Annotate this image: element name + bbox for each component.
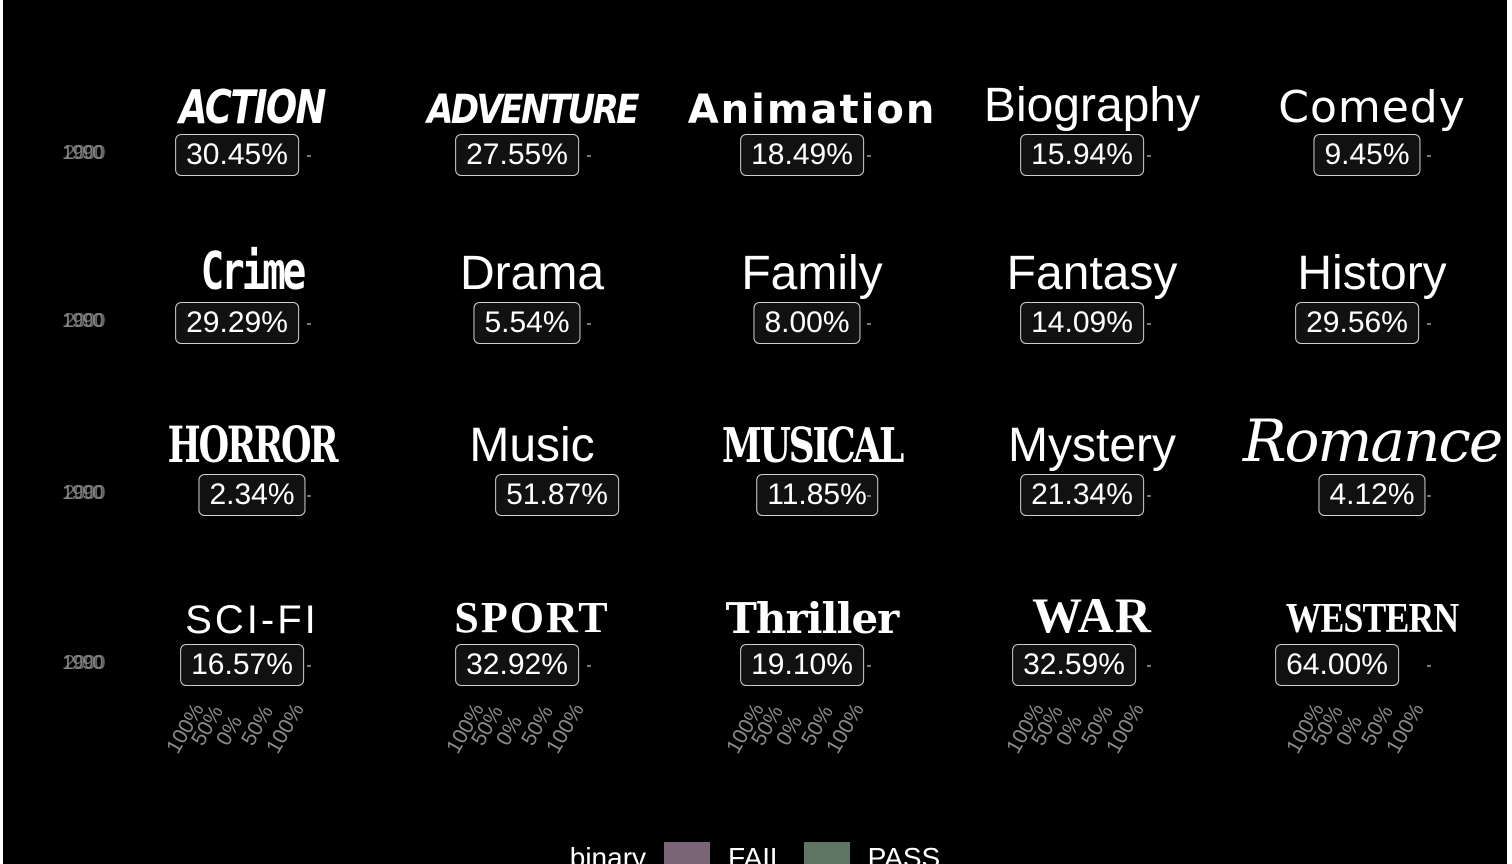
axis-tick (587, 155, 591, 157)
data-label: 19.10% (740, 644, 864, 686)
data-label: 18.49% (740, 134, 864, 176)
y-tick-label: 2000 (64, 142, 105, 164)
facet-family: Family 8.00% (677, 236, 947, 396)
axis-tick (587, 323, 591, 325)
legend-label-fail: FAIL (728, 842, 786, 864)
facet-war: WAR 32.59% 100% 50% 0% 50% 100% (957, 578, 1227, 758)
data-label: 29.56% (1295, 302, 1419, 344)
legend-title: binary (569, 842, 647, 864)
facet-title: Crime (200, 242, 306, 302)
legend: binary FAIL PASS (3, 842, 1507, 864)
facet-title: ACTION (179, 80, 326, 134)
facet-title: Thriller (725, 594, 900, 643)
data-label: 9.45% (1313, 134, 1421, 176)
data-label: 27.55% (455, 134, 579, 176)
data-label: 16.57% (180, 644, 304, 686)
data-label: 30.45% (175, 134, 299, 176)
facet-title: Music (469, 419, 595, 472)
x-axis-ticks: 100% 50% 0% 50% 100% (442, 686, 602, 776)
facet-musical: MUSICAL 11.85% (677, 408, 947, 568)
facet-action: ACTION 30.45% 1990 2000 (62, 68, 387, 228)
axis-tick (1427, 495, 1431, 497)
facet-title: WAR (1032, 587, 1152, 643)
facet-history: History 29.56% (1237, 236, 1507, 396)
axis-tick (867, 323, 871, 325)
facet-title: HORROR (167, 415, 339, 474)
data-label: 4.12% (1318, 474, 1426, 516)
facet-mystery: Mystery 21.34% (957, 408, 1227, 568)
axis-tick (307, 495, 311, 497)
axis-tick (1427, 155, 1431, 157)
data-label: 32.92% (455, 644, 579, 686)
x-axis-ticks: 100% 50% 0% 50% 100% (1002, 686, 1162, 776)
y-tick-label: 2000 (64, 652, 105, 674)
facet-title: ADVENTURE (427, 87, 639, 133)
facet-title: Drama (459, 247, 605, 300)
facet-comedy: Comedy 9.45% (1237, 68, 1507, 228)
data-label: 8.00% (753, 302, 861, 344)
data-label: 51.87% (495, 474, 619, 516)
facet-title: Biography (983, 79, 1201, 132)
legend-swatch-pass (803, 842, 850, 864)
legend-swatch-fail (664, 842, 711, 864)
facet-romance: Romance 4.12% (1237, 408, 1507, 568)
axis-tick (1427, 323, 1431, 325)
axis-tick (307, 323, 311, 325)
legend-item-fail: FAIL (664, 842, 786, 864)
axis-tick (587, 495, 591, 497)
facet-title: Animation (687, 87, 937, 133)
data-label: 14.09% (1020, 302, 1144, 344)
facet-title: SPORT (454, 593, 610, 642)
facet-drama: Drama 5.54% (397, 236, 667, 396)
axis-tick (1147, 495, 1151, 497)
data-label: 15.94% (1020, 134, 1144, 176)
axis-tick (307, 665, 311, 667)
data-label: 21.34% (1020, 474, 1144, 516)
axis-tick (587, 665, 591, 667)
axis-tick (1147, 155, 1151, 157)
facet-horror: HORROR 2.34% 1990 2000 (62, 408, 387, 568)
data-label: 11.85% (756, 474, 878, 516)
axis-tick (307, 155, 311, 157)
facet-fantasy: Fantasy 14.09% (957, 236, 1227, 396)
axis-tick (1427, 665, 1431, 667)
facet-title: History (1297, 247, 1447, 300)
facet-animation: Animation 18.49% (677, 68, 947, 228)
axis-tick (1147, 323, 1151, 325)
facet-sport: SPORT 32.92% 100% 50% 0% 50% 100% (397, 578, 667, 758)
facet-title: WESTERN (1285, 596, 1459, 642)
facet-title: Romance (1242, 407, 1503, 475)
facet-title: SCI-FI (185, 598, 319, 642)
x-axis-ticks: 100% 50% 0% 50% 100% (1282, 686, 1442, 776)
axis-tick (1147, 665, 1151, 667)
facet-western: WESTERN 64.00% 100% 50% 0% 50% 100% (1237, 578, 1507, 758)
facet-scifi: SCI-FI 16.57% 1990 2000 100% 50% 0% 50% 100% (62, 578, 387, 758)
data-label: 32.59% (1012, 644, 1136, 686)
axis-tick (867, 155, 871, 157)
x-axis-ticks: 100% 50% 0% 50% 100% (722, 686, 882, 776)
facet-title: Fantasy (1006, 247, 1178, 300)
facet-title: Mystery (1008, 419, 1176, 472)
data-label: 5.54% (473, 302, 581, 344)
facet-biography: Biography 15.94% (957, 68, 1227, 228)
facet-crime: Crime 29.29% 1990 2000 (62, 236, 387, 396)
y-tick-label: 2000 (64, 482, 105, 504)
axis-tick (867, 665, 871, 667)
data-label: 64.00% (1275, 644, 1399, 686)
data-label: 2.34% (198, 474, 306, 516)
facet-title: Comedy (1278, 82, 1466, 133)
facet-adventure: ADVENTURE 27.55% (397, 68, 667, 228)
legend-label-pass: PASS (867, 842, 941, 864)
chart-canvas: ACTION 30.45% 1990 2000 ADVENTURE 27.55% Anima… (3, 0, 1507, 864)
axis-tick (867, 495, 871, 497)
x-axis-ticks: 100% 50% 0% 50% 100% (162, 686, 322, 776)
facet-title: Family (741, 247, 883, 300)
facet-thriller: Thriller 19.10% 100% 50% 0% 50% 100% (677, 578, 947, 758)
y-tick-label: 2000 (64, 310, 105, 332)
data-label: 29.29% (175, 302, 299, 344)
legend-item-pass: PASS (803, 842, 941, 864)
facet-music: Music 51.87% (397, 408, 667, 568)
facet-title: MUSICAL (721, 418, 904, 474)
